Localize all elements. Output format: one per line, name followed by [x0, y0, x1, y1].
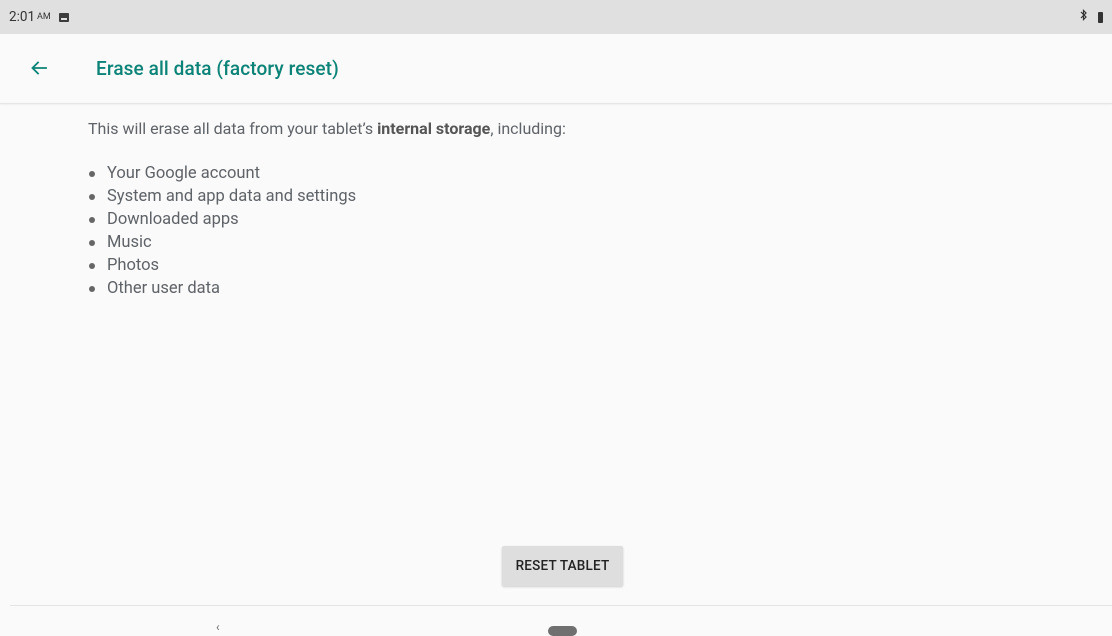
bullet-icon — [89, 239, 95, 246]
app-bar: Erase all data (factory reset) — [0, 34, 1112, 104]
list-item: Other user data — [88, 277, 356, 300]
battery-icon — [1098, 11, 1103, 23]
description-suffix: , including: — [490, 119, 566, 138]
list-item-label: Music — [107, 233, 152, 252]
back-arrow-icon[interactable] — [28, 57, 50, 79]
erased-data-list: Your Google account System and app data … — [88, 162, 356, 300]
list-item-label: System and app data and settings — [107, 187, 357, 206]
bullet-icon — [89, 170, 95, 177]
status-time: 2:01 — [9, 9, 36, 25]
arrow-back-icon — [31, 61, 47, 75]
bullet-icon — [89, 262, 95, 269]
list-item-label: Other user data — [107, 279, 220, 298]
bullet-icon — [89, 285, 95, 292]
list-item: Downloaded apps — [88, 208, 356, 231]
status-ampm: AM — [37, 12, 51, 22]
erase-description: This will erase all data from your table… — [88, 119, 566, 138]
list-item: Photos — [88, 254, 356, 277]
list-item: Music — [88, 231, 356, 254]
description-prefix: This will erase all data from your table… — [88, 119, 378, 138]
list-item-label: Photos — [107, 256, 160, 275]
bluetooth-icon-glyph — [1080, 9, 1087, 21]
list-item-label: Your Google account — [107, 164, 261, 183]
bluetooth-icon — [1080, 9, 1088, 25]
bullet-icon — [89, 193, 95, 200]
list-item: System and app data and settings — [88, 185, 356, 208]
image-notification-icon — [58, 12, 69, 22]
status-bar: 2:01 AM — [0, 0, 1112, 34]
reset-tablet-button[interactable]: RESET TABLET — [502, 546, 623, 586]
list-item-label: Downloaded apps — [107, 210, 239, 229]
nav-back-button[interactable]: ‹ — [216, 620, 220, 634]
bullet-icon — [89, 216, 95, 223]
list-item: Your Google account — [88, 162, 356, 185]
nav-home-button[interactable] — [548, 626, 577, 636]
page-title: Erase all data (factory reset) — [96, 57, 339, 80]
description-bold: internal storage — [377, 119, 491, 138]
nav-divider — [10, 605, 1112, 606]
